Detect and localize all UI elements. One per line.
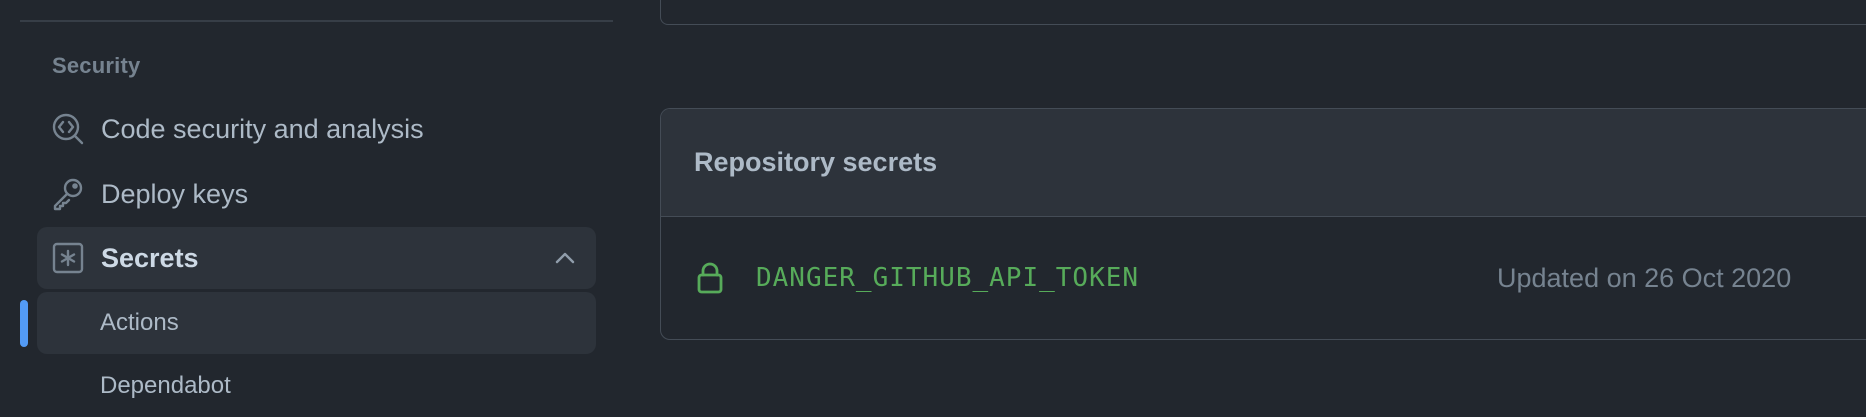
sidebar-item-secrets[interactable]: Secrets — [37, 227, 596, 289]
sidebar-subitem-label: Dependabot — [100, 372, 231, 399]
active-indicator — [20, 300, 28, 347]
sidebar-section-heading: Security — [52, 53, 141, 78]
sidebar-subitem-label: Actions — [100, 309, 179, 336]
sidebar-item-code-security[interactable]: Code security and analysis — [37, 98, 596, 160]
key-icon — [51, 177, 85, 211]
secret-updated-date: Updated on 26 Oct 2020 — [1497, 262, 1792, 293]
previous-panel-edge — [660, 0, 1866, 25]
sidebar-subitem-dependabot[interactable]: Dependabot — [37, 355, 596, 417]
sidebar-item-label: Deploy keys — [101, 178, 249, 209]
lock-icon — [695, 261, 725, 295]
secret-name[interactable]: DANGER_GITHUB_API_TOKEN — [756, 263, 1139, 293]
sidebar-item-label: Secrets — [101, 242, 199, 273]
sidebar-item-deploy-keys[interactable]: Deploy keys — [37, 163, 596, 225]
secret-row[interactable]: DANGER_GITHUB_API_TOKEN Updated on 26 Oc… — [661, 217, 1866, 339]
chevron-up-icon[interactable] — [552, 245, 578, 271]
asterisk-box-icon — [51, 241, 85, 275]
sidebar-subitem-actions[interactable]: Actions — [37, 292, 596, 354]
codescan-icon — [51, 112, 85, 146]
sidebar-item-label: Code security and analysis — [101, 113, 424, 144]
repository-secrets-header: Repository secrets — [661, 109, 1866, 217]
repository-secrets-panel: Repository secrets DANGER_GITHUB_API_TOK… — [660, 108, 1866, 340]
sidebar-divider — [20, 20, 613, 22]
repository-secrets-title: Repository secrets — [694, 147, 938, 177]
